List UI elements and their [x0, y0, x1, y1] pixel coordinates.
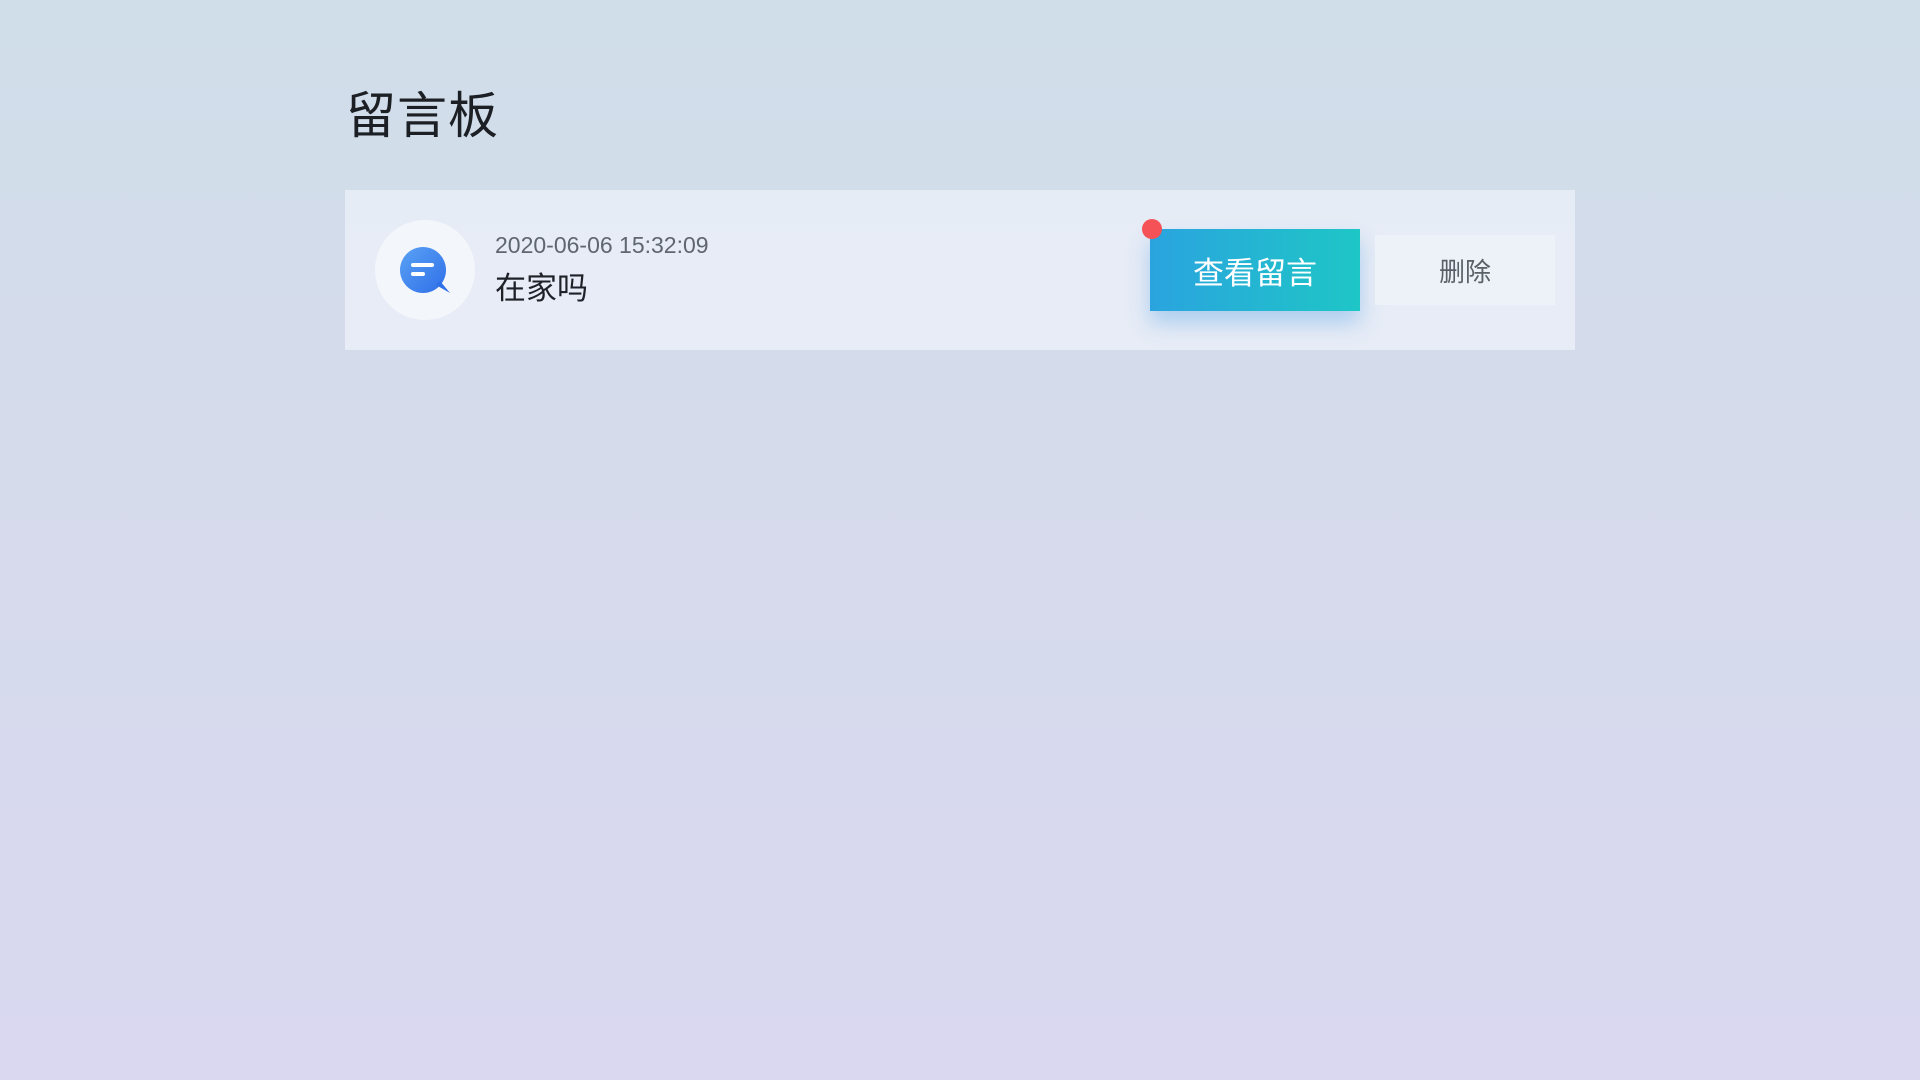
page-title: 留言板	[346, 87, 499, 145]
message-avatar	[375, 220, 475, 320]
view-message-button[interactable]: 查看留言	[1150, 229, 1360, 311]
unread-indicator	[1142, 219, 1162, 239]
message-preview: 在家吗	[495, 271, 588, 307]
message-card: 2020-06-06 15:32:09 在家吗 查看留言 删除	[345, 190, 1575, 350]
message-timestamp: 2020-06-06 15:32:09	[495, 232, 709, 258]
delete-message-button[interactable]: 删除	[1375, 235, 1555, 305]
